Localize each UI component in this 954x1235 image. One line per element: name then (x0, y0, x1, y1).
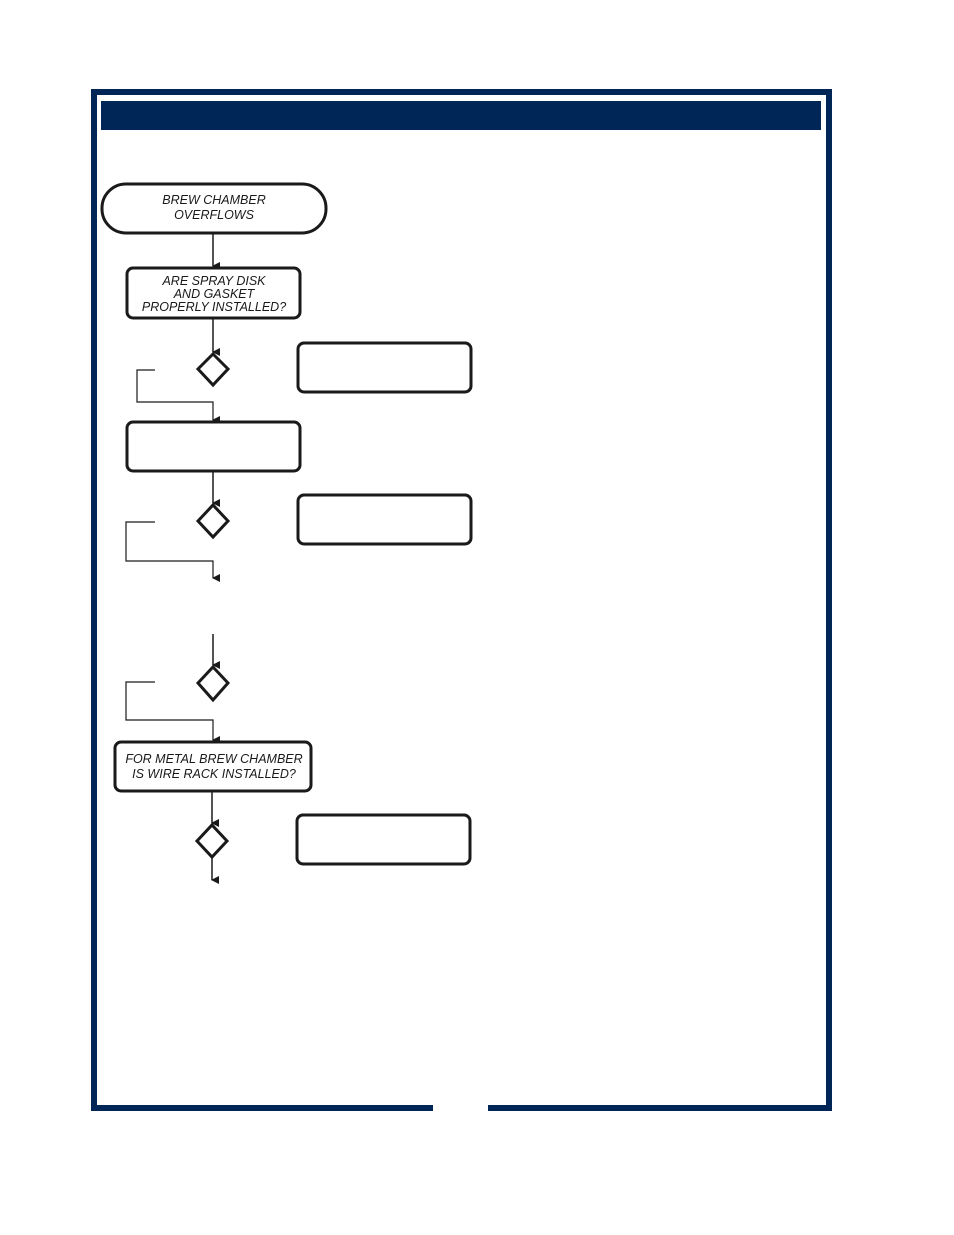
node-r4 (295, 813, 472, 866)
node-r1 (296, 341, 473, 394)
arrow-d3-q3 (125, 681, 220, 744)
start-line-2: OVERFLOWS (174, 208, 255, 222)
node-q3: FOR METAL BREW CHAMBER IS WIRE RACK INST… (113, 740, 313, 793)
node-q1: ARE SPRAY DISK AND GASKET PROPERLY INSTA… (125, 266, 302, 320)
arrow-d1-q2 (136, 369, 220, 424)
node-r2 (296, 493, 473, 546)
node-start: BREW CHAMBER OVERFLOWS (100, 182, 328, 235)
q1-line-1: ARE SPRAY DISK (161, 274, 266, 288)
flowchart: BREW CHAMBER OVERFLOWS ARE SPRAY DISK AN… (100, 182, 473, 884)
node-q2 (125, 420, 302, 473)
decision-d2 (195, 502, 231, 540)
start-line-1: BREW CHAMBER (162, 193, 265, 207)
decision-d3 (195, 664, 231, 703)
q1-line-2: AND GASKET (173, 287, 256, 301)
q3-line-1: FOR METAL BREW CHAMBER (125, 752, 302, 766)
decision-d4 (194, 822, 230, 860)
arrow-d2-next (125, 521, 220, 582)
decision-d1 (195, 351, 231, 388)
q1-line-3: PROPERLY INSTALLED? (142, 300, 286, 314)
q3-line-2: IS WIRE RACK INSTALLED? (132, 767, 296, 781)
